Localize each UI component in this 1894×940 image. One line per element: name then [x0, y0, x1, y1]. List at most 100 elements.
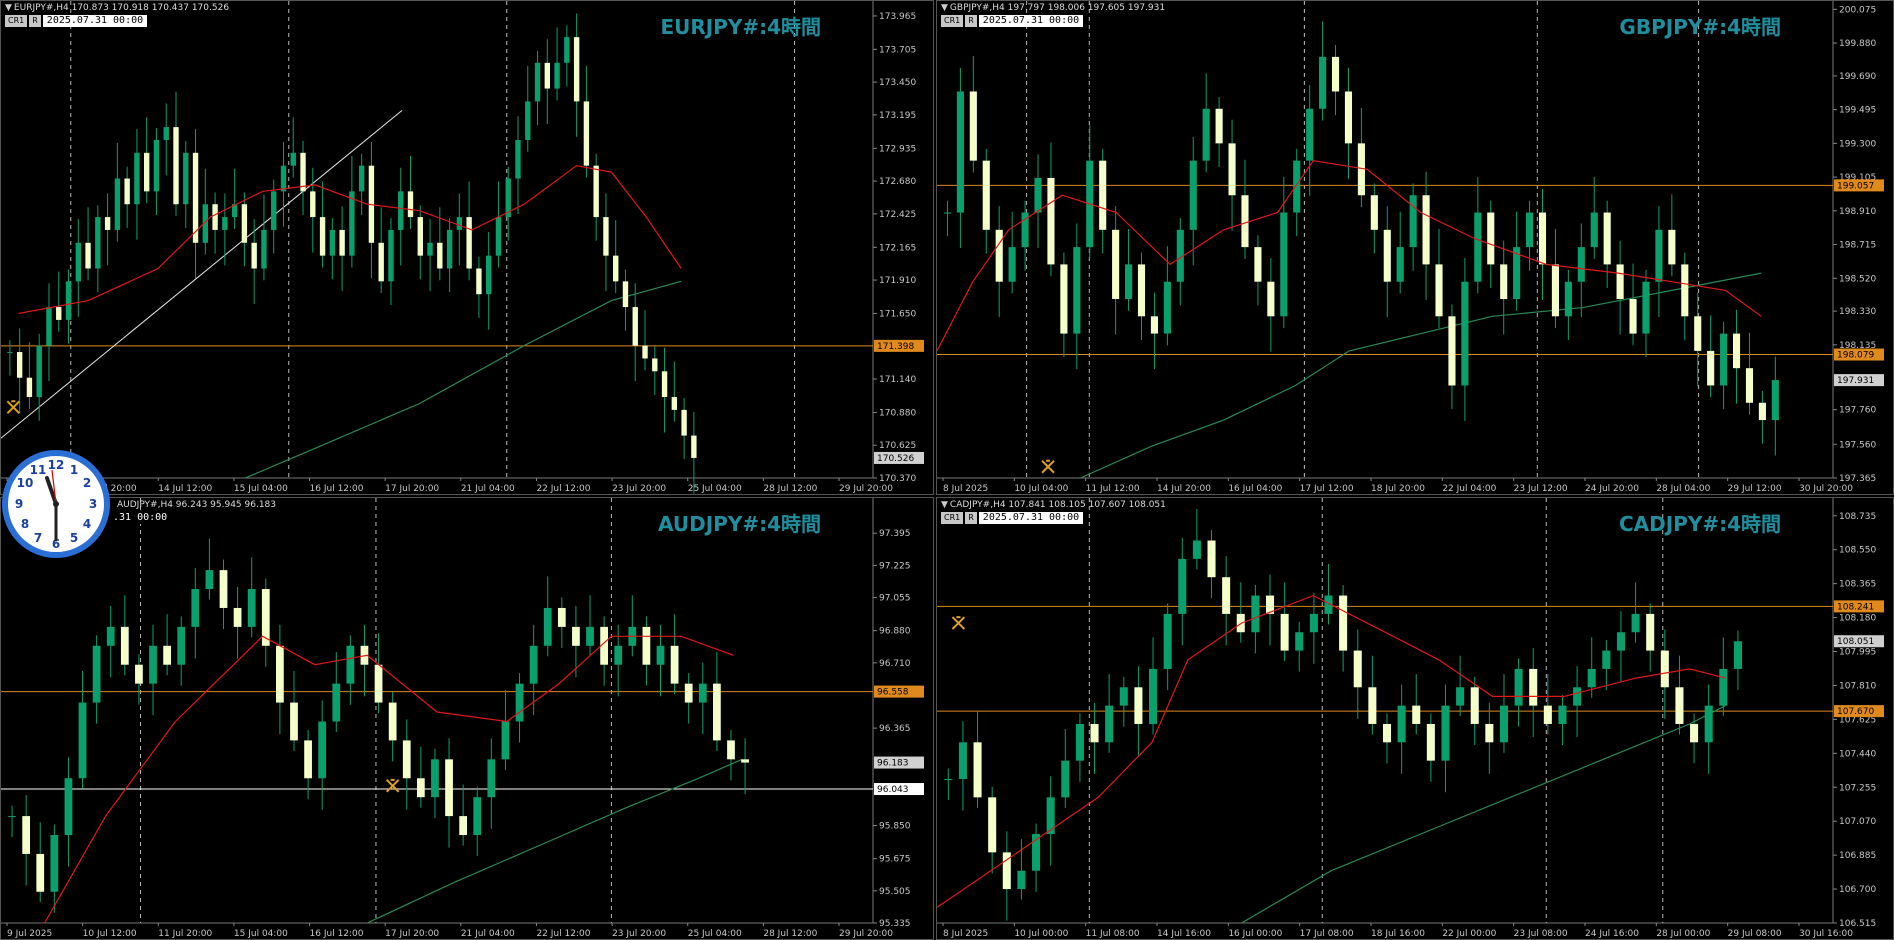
collapse-triangle-icon[interactable]: ▼	[5, 3, 12, 13]
trade-arrow-shape	[385, 778, 400, 793]
candle-body	[1655, 229, 1663, 282]
x-tick-label: 9 Jul 2025	[7, 929, 52, 939]
chart-panel-audjpy[interactable]: 97.395 97.225 97.055 96.880 96.710 96.365 95.8…	[0, 497, 934, 940]
candle-body	[271, 191, 277, 230]
candle-body	[1720, 333, 1728, 386]
candle-body	[1306, 108, 1314, 161]
x-tick-label: 10 Jul 04:00	[1014, 484, 1068, 494]
svg-text:8: 8	[21, 517, 29, 531]
y-tick-label: 106.515	[1839, 919, 1876, 929]
candle-body	[92, 645, 101, 703]
candle-body	[1707, 350, 1715, 386]
candle-body	[515, 139, 521, 179]
analog-clock-icon[interactable]: 12 12 345 678 91011	[0, 448, 112, 560]
x-tick-label: 28 Jul 04:00	[1656, 484, 1710, 494]
chart-panel-gbpjpy[interactable]: 200.075 199.880 199.690 199.495 199.300 199.1…	[936, 0, 1894, 495]
candle-body	[485, 255, 492, 295]
chart-panel-eurjpy[interactable]: 173.965 173.705 173.450 173.195 172.935 172.6…	[0, 0, 934, 495]
candle-body	[65, 281, 72, 320]
y-tick-label: 106.885	[1839, 851, 1876, 861]
r-badge[interactable]: R	[29, 15, 41, 27]
cr1-badge[interactable]: CR1	[5, 15, 28, 27]
y-tick-label: 198.715	[1839, 241, 1876, 251]
candle-body	[515, 683, 524, 722]
x-tick-label: 22 Jul 04:00	[1442, 484, 1496, 494]
candle-body	[1150, 316, 1158, 334]
cr1-badge[interactable]: CR1	[941, 512, 964, 524]
candle-body	[153, 139, 160, 192]
candle-body	[557, 607, 566, 627]
svg-text:12: 12	[48, 458, 65, 472]
candle-body	[1061, 760, 1070, 798]
audjpy-chart[interactable]: 97.395 97.225 97.055 96.880 96.710 96.365 95.8…	[1, 498, 934, 940]
candle-body	[1331, 56, 1340, 92]
candle-body	[106, 626, 115, 646]
x-tick-label: 8 Jul 2025	[943, 484, 988, 494]
candle-body	[1319, 56, 1327, 109]
y-tick-label: 197.365	[1839, 474, 1876, 484]
current-price-label: 170.526	[877, 454, 914, 464]
x-tick-label: 25 Jul 04:00	[688, 929, 742, 939]
price-level-label: 107.670	[1837, 707, 1874, 717]
candle-body	[1631, 613, 1640, 633]
cadjpy-chart[interactable]: 108.735 108.550 108.365 108.180 107.995 107.8…	[937, 498, 1894, 940]
candle-body	[1368, 687, 1377, 724]
y-tick-label: 172.935	[879, 144, 916, 154]
x-tick-label: 17 Jul 08:00	[1300, 929, 1354, 939]
candle-body	[120, 626, 129, 665]
candle-body	[1573, 687, 1582, 706]
candle-body	[75, 242, 81, 282]
candle-body	[1487, 212, 1495, 265]
x-tick-label: 16 Jul 12:00	[310, 929, 364, 939]
candle-body	[670, 645, 679, 684]
candle-body	[564, 37, 570, 63]
candle-body	[525, 101, 531, 140]
candle-body	[402, 740, 411, 779]
candle-body	[1558, 705, 1567, 724]
candle-body	[26, 377, 33, 398]
x-tick-label: 30 Jul 16:00	[1799, 929, 1853, 939]
candle-body	[1353, 650, 1362, 688]
candle-body	[329, 229, 336, 256]
candle-body	[1681, 264, 1689, 317]
y-tick-label: 108.180	[1839, 614, 1876, 624]
candle-body	[173, 127, 179, 205]
collapse-triangle-icon[interactable]: ▼	[941, 500, 948, 510]
x-tick-label: 18 Jul 20:00	[1371, 484, 1425, 494]
y-tick-label: 95.675	[879, 855, 911, 865]
candle-body	[1397, 705, 1406, 743]
candle-body	[445, 759, 453, 817]
candle-body	[1309, 613, 1318, 633]
x-tick-label: 23 Jul 20:00	[612, 484, 666, 494]
candle-body	[684, 683, 693, 703]
y-tick-label: 198.520	[1839, 274, 1876, 284]
candle-body	[183, 152, 189, 205]
candle-body	[1295, 632, 1304, 651]
candle-body	[632, 307, 638, 346]
candle-body	[1396, 247, 1404, 282]
chart-panel-cadjpy[interactable]: 108.735 108.550 108.365 108.180 107.995 107.8…	[936, 497, 1894, 940]
candle-body	[374, 664, 383, 703]
candle-body	[1646, 613, 1655, 651]
price-level-label: 198.079	[1837, 351, 1874, 361]
r-badge[interactable]: R	[965, 512, 977, 524]
candle-body	[143, 152, 150, 192]
candle-body	[661, 371, 668, 398]
eurjpy-chart[interactable]: 173.965 173.705 173.450 173.195 172.935 172.6…	[1, 1, 934, 495]
r-badge[interactable]: R	[965, 15, 977, 27]
candle-body	[473, 797, 482, 836]
candle-body	[1551, 264, 1559, 317]
y-tick-label: 171.140	[879, 375, 916, 385]
x-tick-label: 22 Jul 12:00	[536, 929, 590, 939]
current-price-label: 197.931	[1837, 376, 1874, 386]
collapse-triangle-icon[interactable]: ▼	[941, 3, 948, 13]
current-price-label: 96.183	[877, 759, 909, 769]
candle-body	[1587, 668, 1596, 688]
gbpjpy-chart[interactable]: 200.075199.880199.690199.495199.300199.1…	[937, 1, 1894, 495]
candle-body	[1251, 595, 1260, 633]
candle-body	[378, 242, 384, 282]
candle-body	[1073, 247, 1081, 334]
candle-body	[656, 645, 665, 665]
cr1-badge[interactable]: CR1	[941, 15, 964, 27]
candle-body	[1590, 212, 1598, 248]
